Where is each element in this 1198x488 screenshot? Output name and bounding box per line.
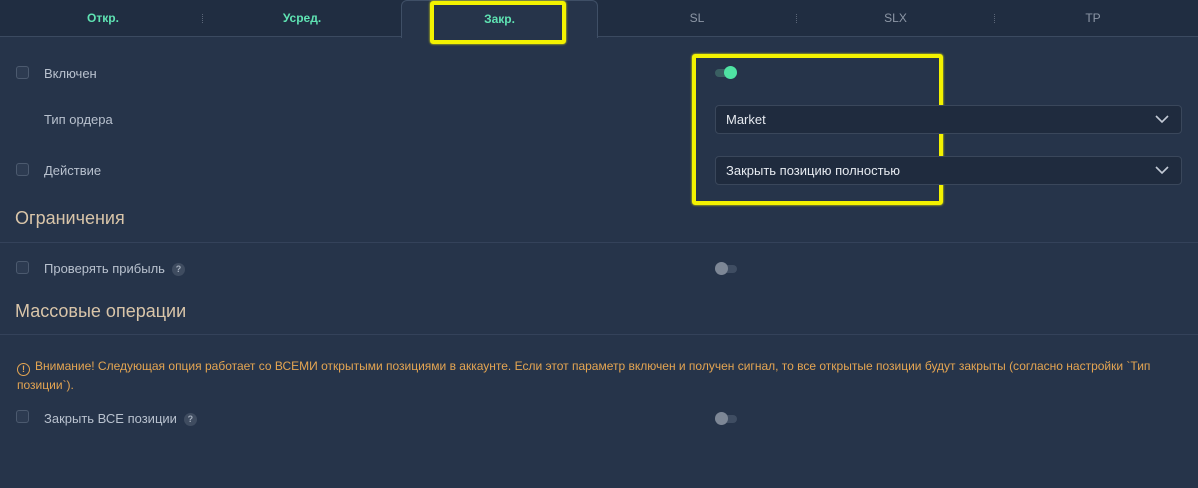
tab-average[interactable]: Усред.	[203, 0, 401, 37]
toggle-knob	[715, 262, 728, 275]
toggle-knob	[724, 66, 737, 79]
enabled-toggle[interactable]	[715, 66, 737, 79]
order-type-label: Тип ордера	[44, 112, 113, 127]
tab-sl[interactable]: SL	[598, 0, 796, 37]
order-type-value: Market	[726, 112, 766, 127]
close-all-toggle[interactable]	[715, 412, 737, 425]
check-profit-checkbox[interactable]	[16, 261, 29, 274]
check-profit-label: Проверять прибыль	[44, 261, 165, 276]
close-all-row: Закрыть ВСЕ позиции?	[44, 411, 197, 426]
tab-slx[interactable]: SLX	[797, 0, 994, 37]
chevron-down-icon	[1155, 166, 1169, 175]
close-all-label: Закрыть ВСЕ позиции	[44, 411, 177, 426]
warning-text: Внимание! Следующая опция работает со ВС…	[17, 359, 1151, 392]
toggle-knob	[715, 412, 728, 425]
warning-message: ! Внимание! Следующая опция работает со В…	[17, 357, 1177, 394]
warning-icon: !	[17, 362, 30, 376]
section-title-mass-operations: Массовые операции	[15, 301, 187, 321]
order-type-select[interactable]: Market	[715, 105, 1182, 134]
section-divider	[0, 242, 1198, 243]
chevron-down-icon	[1155, 115, 1169, 124]
tab-bar: Откр. Усред. Закр. SL SLX TP	[0, 0, 1198, 38]
action-value: Закрыть позицию полностью	[726, 163, 901, 178]
tab-open[interactable]: Откр.	[0, 0, 206, 37]
action-checkbox[interactable]	[16, 163, 29, 176]
tab-close[interactable]: Закр.	[401, 0, 598, 38]
section-title-limits: Ограничения	[15, 208, 125, 228]
section-divider	[0, 334, 1198, 335]
enabled-label: Включен	[44, 66, 97, 81]
check-profit-toggle[interactable]	[715, 262, 737, 275]
close-all-checkbox[interactable]	[16, 410, 29, 423]
action-select[interactable]: Закрыть позицию полностью	[715, 156, 1182, 185]
help-icon[interactable]: ?	[183, 412, 197, 426]
help-icon[interactable]: ?	[171, 262, 185, 276]
action-label: Действие	[44, 163, 102, 178]
enabled-checkbox[interactable]	[16, 66, 29, 79]
tab-tp[interactable]: TP	[995, 0, 1191, 37]
check-profit-row: Проверять прибыль?	[44, 261, 185, 276]
